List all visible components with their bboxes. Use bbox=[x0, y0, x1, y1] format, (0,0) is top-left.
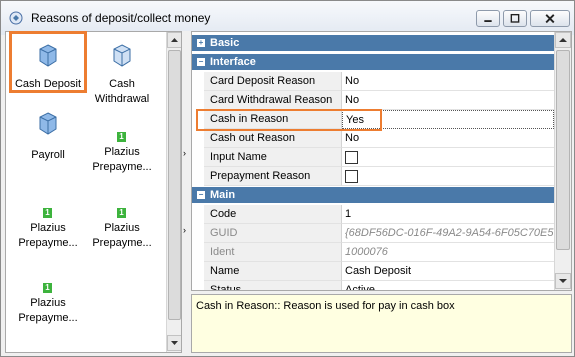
grid-scrollbar[interactable] bbox=[554, 32, 571, 290]
tile-label: Plazius Prepayme... bbox=[92, 146, 152, 173]
reasons-window: Reasons of deposit/collect money Cash De… bbox=[0, 0, 575, 357]
prop-value[interactable]: Active bbox=[342, 281, 554, 290]
prop-value[interactable]: Cash Deposit bbox=[342, 262, 554, 281]
prop-row-card-deposit-reason[interactable]: Card Deposit Reason No bbox=[192, 72, 554, 91]
category-basic[interactable]: + Basic bbox=[192, 35, 554, 51]
prop-name: Prepayment Reason bbox=[204, 167, 342, 186]
arrow-down-icon bbox=[171, 341, 178, 345]
prop-row-cash-out-reason[interactable]: Cash out Reason No bbox=[192, 129, 554, 148]
tile-label: Payroll bbox=[31, 149, 65, 161]
close-icon bbox=[545, 14, 555, 24]
minimize-button[interactable] bbox=[476, 10, 500, 27]
collapse-icon[interactable]: − bbox=[197, 58, 205, 66]
property-description: Cash in Reason:: Reason is used for pay … bbox=[191, 294, 572, 353]
cube-icon bbox=[113, 44, 131, 67]
prop-name: Input Name bbox=[204, 148, 342, 167]
prop-name: Card Withdrawal Reason bbox=[204, 91, 342, 110]
prop-value[interactable] bbox=[342, 148, 554, 167]
scroll-down-button[interactable] bbox=[555, 273, 571, 289]
arrow-down-icon bbox=[559, 279, 567, 283]
prop-value[interactable]: No bbox=[342, 129, 554, 148]
property-grid[interactable]: + Basic − Interface Card Deposit Reason … bbox=[191, 31, 572, 291]
category-main[interactable]: − Main bbox=[192, 187, 554, 203]
prop-row-input-name[interactable]: Input Name bbox=[192, 148, 554, 167]
chevron-right-icon: › bbox=[183, 148, 186, 158]
prop-row-guid[interactable]: GUID {68DF56DC-016F-49A2-9A54-6F05C70E5 bbox=[192, 224, 554, 243]
prepayment-reason-checkbox[interactable] bbox=[345, 170, 358, 183]
tile-cash-withdrawal[interactable]: Cash Withdrawal bbox=[86, 40, 158, 105]
close-button[interactable] bbox=[530, 10, 570, 27]
prop-row-card-withdrawal-reason[interactable]: Card Withdrawal Reason No bbox=[192, 91, 554, 110]
scroll-thumb[interactable] bbox=[556, 50, 570, 250]
tile-plazius-prepayment-3[interactable]: 1 Plazius Prepayme... bbox=[86, 208, 158, 258]
tile-label: Plazius Prepayme... bbox=[18, 297, 78, 324]
tile-label: Cash Withdrawal bbox=[94, 78, 150, 105]
prop-value[interactable]: No bbox=[342, 72, 554, 91]
prop-value[interactable]: No bbox=[342, 91, 554, 110]
scroll-down-button[interactable] bbox=[167, 335, 181, 351]
prop-name: Card Deposit Reason bbox=[204, 72, 342, 91]
maximize-icon bbox=[510, 13, 520, 23]
prop-name: Name bbox=[204, 262, 342, 281]
window-title: Reasons of deposit/collect money bbox=[31, 11, 211, 25]
pane-splitter[interactable]: › › bbox=[182, 31, 191, 353]
prop-row-name[interactable]: Name Cash Deposit bbox=[192, 262, 554, 281]
category-interface[interactable]: − Interface bbox=[192, 54, 554, 70]
prop-value: {68DF56DC-016F-49A2-9A54-6F05C70E5 bbox=[342, 224, 554, 243]
chevron-right-icon: › bbox=[183, 225, 186, 235]
tile-plazius-prepayment-4[interactable]: 1 Plazius Prepayme... bbox=[12, 283, 84, 333]
green-one-badge: 1 bbox=[117, 208, 126, 218]
green-one-badge: 1 bbox=[43, 283, 52, 293]
minimize-icon bbox=[484, 20, 492, 22]
left-scrollbar[interactable] bbox=[166, 32, 181, 352]
tile-label: Plazius Prepayme... bbox=[18, 222, 78, 249]
prop-value[interactable] bbox=[342, 167, 554, 186]
input-name-checkbox[interactable] bbox=[345, 151, 358, 164]
tile-plazius-prepayment-2[interactable]: 1 Plazius Prepayme... bbox=[12, 208, 84, 258]
prop-row-prepayment-reason[interactable]: Prepayment Reason bbox=[192, 167, 554, 186]
prop-row-status[interactable]: Status Active bbox=[192, 281, 554, 290]
prop-name: Cash out Reason bbox=[204, 129, 342, 148]
collapse-icon[interactable]: − bbox=[197, 191, 205, 199]
title-bar[interactable]: Reasons of deposit/collect money bbox=[1, 1, 574, 35]
prop-row-code[interactable]: Code 1 bbox=[192, 205, 554, 224]
prop-name: Code bbox=[204, 205, 342, 224]
prop-row-ident[interactable]: Ident 1000076 bbox=[192, 243, 554, 262]
tile-plazius-prepayment-1[interactable]: 1 Plazius Prepayme... bbox=[86, 132, 158, 182]
tile-payroll[interactable]: Payroll bbox=[12, 112, 84, 172]
arrow-up-icon bbox=[559, 38, 567, 42]
prop-value: 1000076 bbox=[342, 243, 554, 262]
selected-tile-highlight bbox=[9, 31, 87, 93]
tile-label: Plazius Prepayme... bbox=[92, 222, 152, 249]
green-one-badge: 1 bbox=[43, 208, 52, 218]
scroll-up-button[interactable] bbox=[167, 32, 181, 48]
cash-in-reason-highlight bbox=[196, 109, 382, 131]
prop-value[interactable]: 1 bbox=[342, 205, 554, 224]
prop-name: GUID bbox=[204, 224, 342, 243]
maximize-button[interactable] bbox=[503, 10, 527, 27]
window-app-icon bbox=[9, 11, 23, 25]
arrow-up-icon bbox=[171, 38, 178, 42]
scroll-thumb[interactable] bbox=[168, 50, 181, 320]
cube-icon bbox=[39, 112, 57, 135]
prop-name: Ident bbox=[204, 243, 342, 262]
expand-icon[interactable]: + bbox=[197, 39, 205, 47]
scroll-up-button[interactable] bbox=[555, 32, 571, 48]
green-one-badge: 1 bbox=[117, 132, 126, 142]
prop-name: Status bbox=[204, 281, 342, 290]
